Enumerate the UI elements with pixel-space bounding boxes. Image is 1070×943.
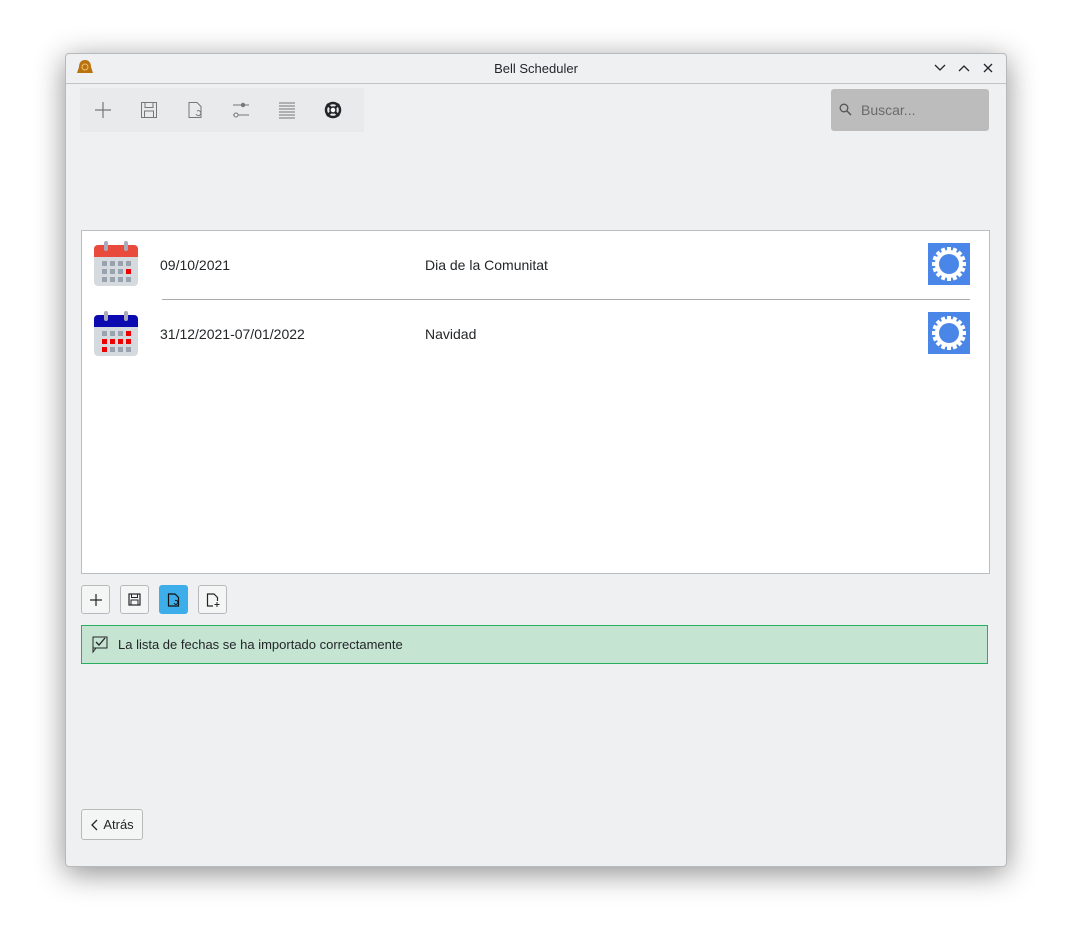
save-button[interactable] [126,88,172,132]
title-bar: Bell Scheduler [66,54,1006,84]
search-icon [831,103,859,117]
settings-sliders-icon [232,101,250,119]
item-name: Dia de la Comunitat [425,257,548,273]
list-button[interactable] [264,88,310,132]
import-icon [167,593,180,607]
item-settings-button[interactable] [928,312,970,354]
back-label: Atrás [103,817,133,832]
item-name: Navidad [425,326,476,342]
item-settings-button[interactable] [928,243,970,285]
back-button[interactable]: Atrás [81,809,143,840]
search-input[interactable] [859,101,983,119]
maximize-button[interactable] [956,60,972,76]
plus-icon [94,101,112,119]
close-button[interactable] [980,60,996,76]
plus-icon [89,593,103,607]
import-button[interactable] [172,88,218,132]
calendar-icon [93,241,139,287]
item-date: 09/10/2021 [160,257,230,273]
save-icon [128,593,141,606]
import-file-button[interactable] [159,585,188,614]
new-file-button[interactable] [198,585,227,614]
list-item[interactable]: 31/12/2021-07/01/2022 Navidad [82,300,989,368]
search-field[interactable] [831,89,989,131]
success-message: La lista de fechas se ha importado corre… [81,625,988,664]
minimize-button[interactable] [932,60,948,76]
add-date-button[interactable] [81,585,110,614]
export-button[interactable] [120,585,149,614]
message-check-icon [82,636,118,654]
import-icon [186,101,204,119]
main-toolbar [80,88,364,132]
dates-list: 09/10/2021 Dia de la Comunitat 31/12/202… [81,230,990,574]
window-title: Bell Scheduler [66,61,1006,76]
list-icon [278,101,296,119]
calendar-icon [93,311,139,357]
new-file-icon [206,593,220,607]
gear-icon [931,315,967,351]
message-text: La lista de fechas se ha importado corre… [118,637,403,652]
list-item[interactable]: 09/10/2021 Dia de la Comunitat [82,231,989,299]
chevron-left-icon [90,819,98,831]
app-window: Bell Scheduler 09/10/2021 Dia de la Comu… [65,53,1007,867]
save-icon [140,101,158,119]
add-button[interactable] [80,88,126,132]
settings-button[interactable] [218,88,264,132]
help-lifebuoy-icon [324,101,342,119]
help-button[interactable] [310,88,356,132]
gear-icon [931,246,967,282]
item-date: 31/12/2021-07/01/2022 [160,326,305,342]
